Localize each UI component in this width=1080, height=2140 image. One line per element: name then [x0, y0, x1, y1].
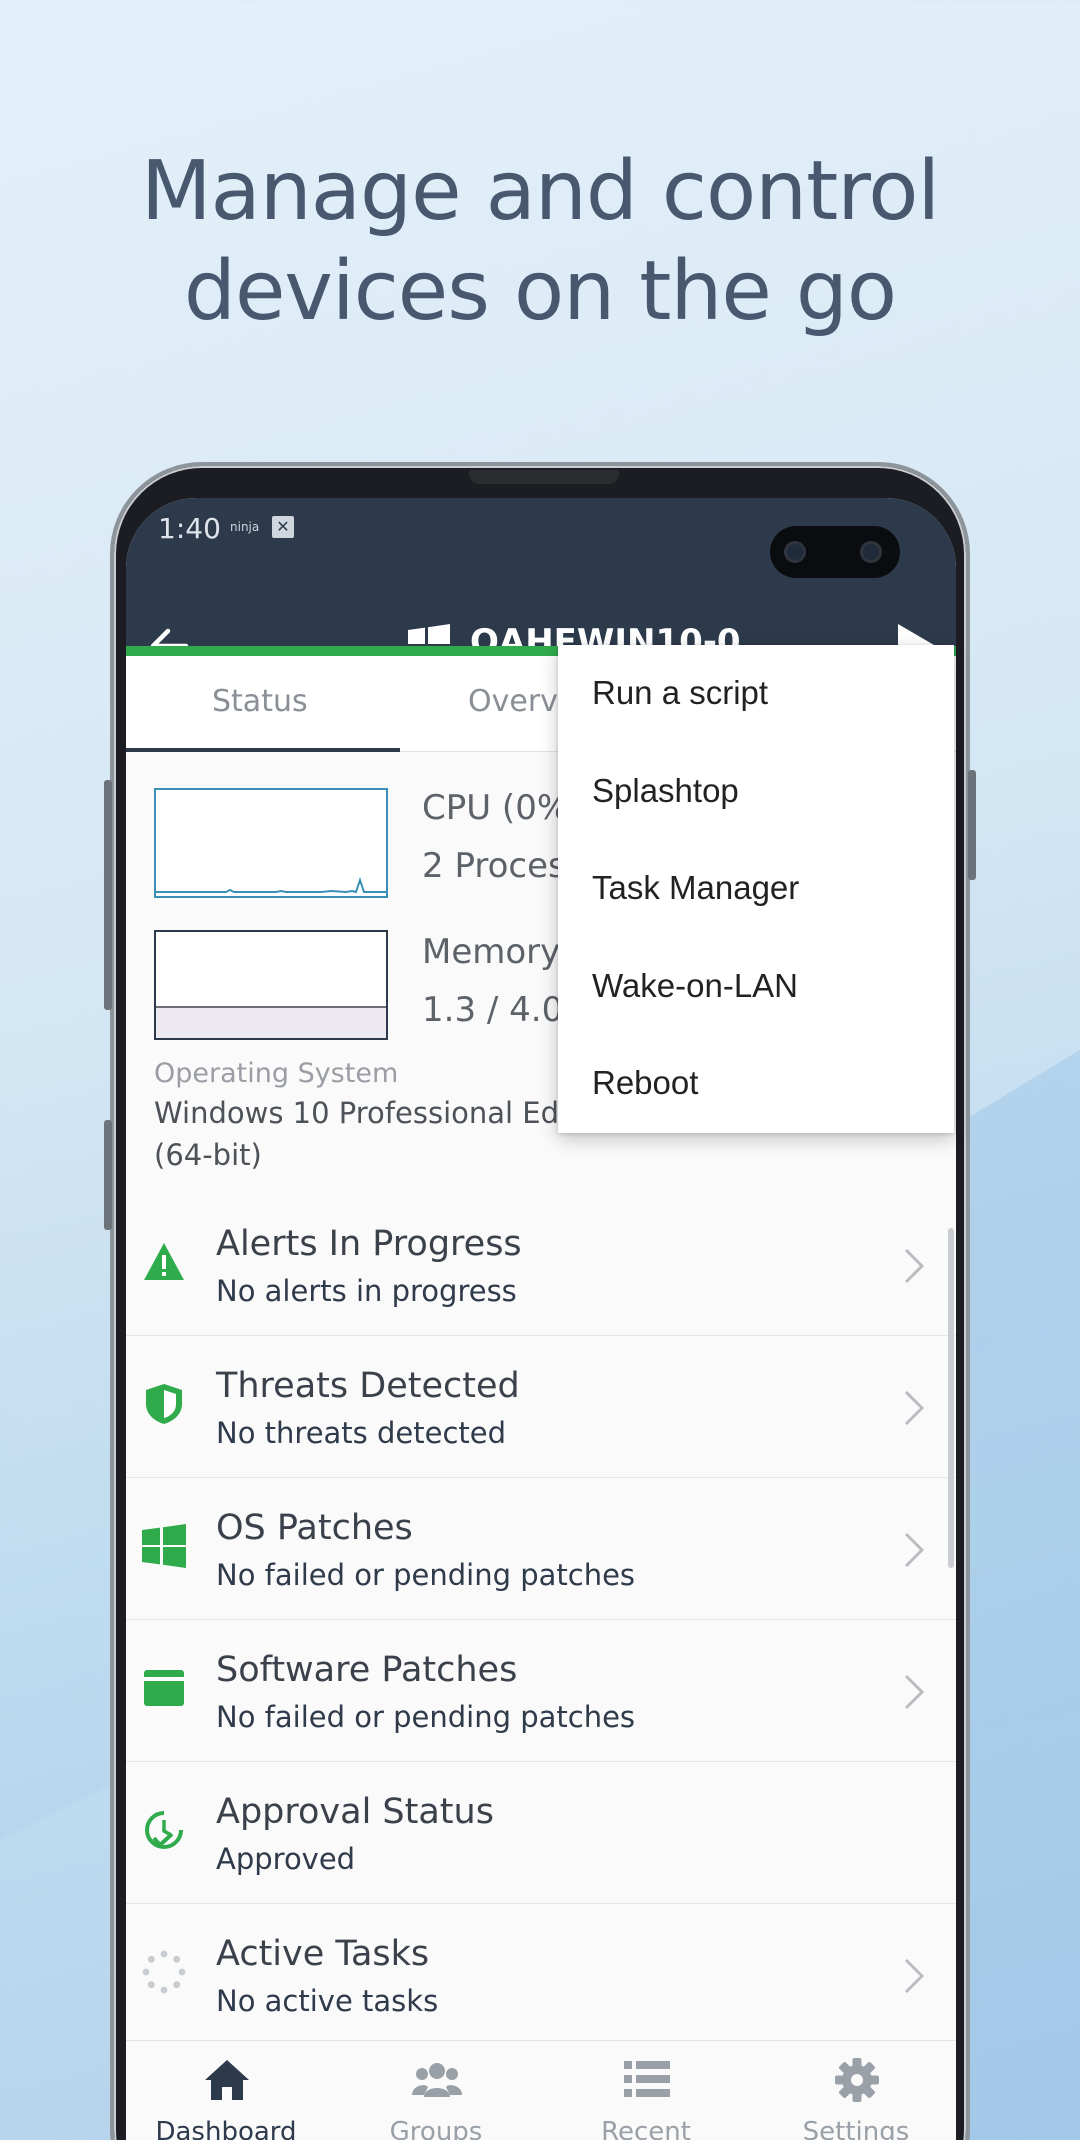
- chevron-right-icon: [904, 1390, 925, 1426]
- headline-line: Manage and control: [140, 144, 940, 239]
- list-item-threats[interactable]: Threats Detected No threats detected: [126, 1336, 956, 1478]
- home-icon: [205, 2060, 249, 2100]
- power-button: [968, 770, 976, 880]
- chevron-right-icon: [904, 1958, 925, 1994]
- status-bar: 1:40 ninja ✕: [126, 498, 956, 598]
- menu-item-run-script[interactable]: Run a script: [558, 655, 954, 753]
- gear-icon: [835, 2058, 879, 2102]
- cpu-label: CPU (0%: [422, 788, 570, 828]
- list-icon: [624, 2061, 670, 2097]
- list-item-title: Active Tasks: [216, 1934, 430, 1974]
- chevron-right-icon: [904, 1674, 925, 1710]
- menu-item-splashtop[interactable]: Splashtop: [558, 753, 954, 851]
- warning-icon: [144, 1243, 184, 1280]
- memory-label: Memory: [422, 932, 561, 972]
- headline: Manage and control devices on the go: [0, 142, 1080, 342]
- list-item-subtitle: No failed or pending patches: [216, 1700, 636, 1734]
- nav-groups[interactable]: Groups: [336, 2041, 536, 2140]
- spinner-icon: [142, 1950, 186, 1994]
- list-item-subtitle: No active tasks: [216, 1984, 439, 2018]
- nav-settings[interactable]: Settings: [756, 2041, 956, 2140]
- memory-usage-fill: [156, 1006, 386, 1038]
- software-icon: [144, 1670, 184, 1706]
- menu-item-wake-on-lan[interactable]: Wake-on-LAN: [558, 948, 954, 1046]
- cpu-sparkline: [156, 876, 386, 894]
- list-item-active-tasks[interactable]: Active Tasks No active tasks: [126, 1904, 956, 2046]
- nav-label: Recent: [601, 2117, 691, 2140]
- list-item-title: OS Patches: [216, 1508, 413, 1548]
- notification-close-icon: ✕: [272, 516, 294, 538]
- list-item-title: Approval Status: [216, 1792, 494, 1832]
- nav-label: Groups: [389, 2117, 483, 2140]
- list-item-os-patches[interactable]: OS Patches No failed or pending patches: [126, 1478, 956, 1620]
- clock-check-icon: [145, 1811, 183, 1849]
- notification-app-tag: ninja: [230, 520, 260, 534]
- bottom-nav: Dashboard Groups Recent Settings: [126, 2040, 956, 2140]
- list-item-subtitle: No threats detected: [216, 1416, 507, 1450]
- nav-label: Settings: [802, 2117, 910, 2140]
- chevron-right-icon: [904, 1532, 925, 1568]
- camera-lens: [860, 541, 882, 563]
- headline-line: devices on the go: [183, 244, 897, 339]
- list-item-subtitle: Approved: [216, 1842, 356, 1876]
- menu-item-reboot[interactable]: Reboot: [558, 1045, 954, 1143]
- list-item-title: Threats Detected: [216, 1366, 520, 1406]
- list-item-approval-status[interactable]: Approval Status Approved: [126, 1762, 956, 1904]
- nav-label: Dashboard: [155, 2117, 297, 2140]
- cpu-processes: 2 Proces: [422, 846, 566, 886]
- scrollbar-thumb[interactable]: [948, 1228, 954, 1568]
- camera-lens: [784, 541, 806, 563]
- tab-status[interactable]: Status: [212, 684, 308, 719]
- memory-usage: 1.3 / 4.0: [422, 990, 564, 1030]
- cpu-graph: [154, 788, 388, 898]
- list-item-title: Software Patches: [216, 1650, 518, 1690]
- volume-button: [104, 780, 112, 1010]
- menu-item-task-manager[interactable]: Task Manager: [558, 850, 954, 948]
- windows-icon: [142, 1524, 186, 1568]
- list-item-subtitle: No alerts in progress: [216, 1274, 517, 1308]
- actions-menu: Run a script Splashtop Task Manager Wake…: [558, 645, 954, 1133]
- list-item-title: Alerts In Progress: [216, 1224, 522, 1264]
- list-item-subtitle: No failed or pending patches: [216, 1558, 636, 1592]
- side-button: [104, 1120, 112, 1230]
- os-label: Operating System: [154, 1058, 399, 1089]
- front-camera: [770, 526, 900, 578]
- list-item-alerts[interactable]: Alerts In Progress No alerts in progress: [126, 1194, 956, 1336]
- tab-overview[interactable]: Overv: [468, 684, 558, 719]
- list-item-software-patches[interactable]: Software Patches No failed or pending pa…: [126, 1620, 956, 1762]
- nav-dashboard[interactable]: Dashboard: [126, 2041, 326, 2140]
- status-time: 1:40: [158, 512, 221, 545]
- phone-speaker: [469, 470, 619, 484]
- status-list: Alerts In Progress No alerts in progress…: [126, 1194, 956, 2046]
- chevron-right-icon: [904, 1248, 925, 1284]
- tab-active-indicator: [126, 748, 400, 752]
- memory-graph: [154, 930, 388, 1040]
- shield-icon: [146, 1384, 182, 1424]
- users-icon: [412, 2063, 462, 2097]
- nav-recent[interactable]: Recent: [546, 2041, 746, 2140]
